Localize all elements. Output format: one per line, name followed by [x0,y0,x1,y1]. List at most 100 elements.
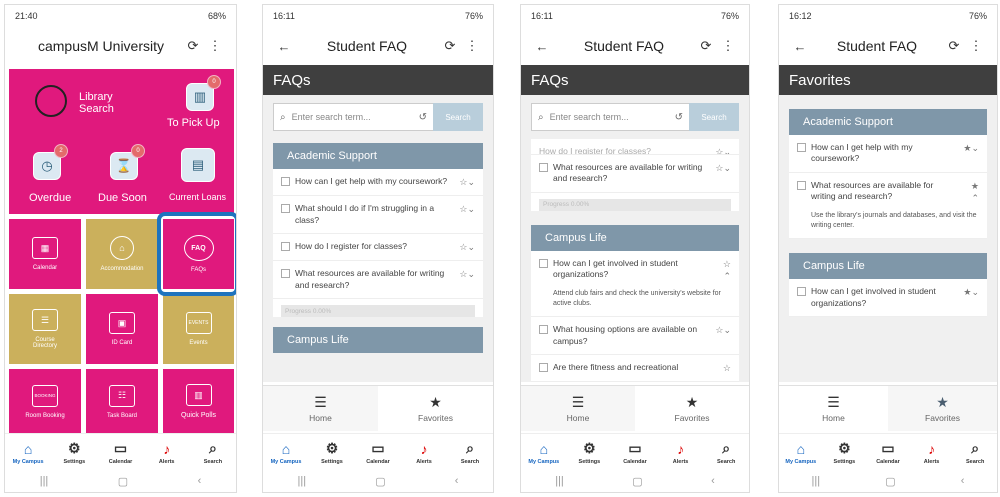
category-header[interactable]: Campus Life [531,224,739,251]
checkbox[interactable] [797,287,806,297]
due-soon-tile[interactable]: ⌛ 0 Due Soon [84,134,159,214]
overdue-tile[interactable]: ◷ 2 Overdue [9,134,84,214]
checkbox[interactable] [539,363,548,373]
faq-item[interactable]: How can I get help with my coursework? ★⌄ [789,135,987,173]
star-chevron-icon[interactable]: ☆⌄ [707,324,731,336]
nav-calendar[interactable]: ▭ Calendar [866,434,910,471]
refresh-icon[interactable]: ⟳ [943,38,965,54]
star-chevron-icon[interactable]: ☆⌄ [707,162,731,174]
category-header[interactable]: Academic Support [273,143,483,169]
star-filled-chevron-icon[interactable]: ★⌄ [955,142,979,154]
refresh-icon[interactable]: ⟳ [695,38,717,54]
nav-my-campus[interactable]: ⌂ My Campus [779,434,823,471]
faq-item[interactable]: What housing options are available on ca… [531,317,739,356]
task-board-tile[interactable]: ☷ Task Board [86,369,158,434]
back-arrow-icon[interactable]: ← [273,39,295,54]
checkbox[interactable] [281,177,290,186]
star-chevron-icon[interactable]: ☆⌄ [707,146,731,154]
calendar-tile[interactable]: ▦ Calendar [9,219,81,289]
more-menu-icon[interactable]: ⋮ [717,38,739,54]
refresh-icon[interactable]: ⟳ [182,38,204,54]
nav-my-campus[interactable]: ⌂ My Campus [263,434,309,471]
nav-settings[interactable]: ⚙ Settings [567,434,613,471]
checkbox[interactable] [539,163,548,172]
nav-settings[interactable]: ⚙ Settings [823,434,867,471]
more-menu-icon[interactable]: ⋮ [204,38,226,54]
tab-favorites[interactable]: ★ Favorites [635,386,749,431]
nav-alerts[interactable]: ♪ Alerts [144,434,190,471]
reset-icon[interactable]: ↺ [419,112,427,123]
search-input[interactable]: ⌕ Enter search term... ↺ [273,103,433,131]
checkbox[interactable] [539,258,548,268]
reset-icon[interactable]: ↺ [675,112,683,123]
home-button-icon[interactable]: ▢ [632,475,642,488]
recents-icon[interactable]: ||| [40,475,49,487]
nav-alerts[interactable]: ♪ Alerts [401,434,447,471]
refresh-icon[interactable]: ⟳ [439,38,461,54]
nav-my-campus[interactable]: ⌂ My Campus [521,434,567,471]
checkbox[interactable] [797,143,806,152]
faq-item-expanded[interactable]: How can I get involved in student organi… [531,251,739,289]
home-button-icon[interactable]: ▢ [375,475,385,488]
nav-calendar[interactable]: ▭ Calendar [355,434,401,471]
home-button-icon[interactable]: ▢ [118,475,128,488]
recents-icon[interactable]: ||| [812,475,821,487]
faq-item[interactable]: What should I do if I'm struggling in a … [273,196,483,235]
more-menu-icon[interactable]: ⋮ [965,38,987,54]
checkbox[interactable] [281,242,290,252]
back-icon[interactable]: ‹ [961,475,965,487]
nav-search[interactable]: ⌕ Search [190,434,236,471]
nav-search[interactable]: ⌕ Search [703,434,749,471]
nav-search[interactable]: ⌕ Search [953,434,997,471]
faq-item[interactable]: How can I get involved in student organi… [789,279,987,318]
nav-alerts[interactable]: ♪ Alerts [910,434,954,471]
back-icon[interactable]: ‹ [455,475,459,487]
tab-favorites[interactable]: ★ Favorites [378,386,493,431]
faq-item-clipped[interactable]: How do I register for classes? ☆⌄ [531,139,739,155]
room-booking-tile[interactable]: BOOKING Room Booking [9,369,81,434]
nav-calendar[interactable]: ▭ Calendar [97,434,143,471]
star-chevron-icon[interactable]: ☆ [707,362,731,374]
checkbox[interactable] [797,180,806,190]
events-tile[interactable]: EVENTS Events [163,294,234,364]
recents-icon[interactable]: ||| [555,475,564,487]
search-button[interactable]: Search [689,103,739,131]
home-button-icon[interactable]: ▢ [885,475,895,488]
tab-favorites[interactable]: ★ Favorites [888,386,997,431]
course-directory-tile[interactable]: ☰ Course Directory [9,294,81,364]
nav-calendar[interactable]: ▭ Calendar [612,434,658,471]
nav-settings[interactable]: ⚙ Settings [309,434,355,471]
back-icon[interactable]: ‹ [198,475,202,487]
star-filled-chevron-icon[interactable]: ★⌄ [955,286,979,298]
faq-item[interactable]: How do I register for classes? ☆⌄ [273,234,483,262]
id-card-tile[interactable]: ▣ ID Card [86,294,158,364]
nav-alerts[interactable]: ♪ Alerts [658,434,704,471]
checkbox[interactable] [281,269,290,279]
recents-icon[interactable]: ||| [298,475,307,487]
nav-settings[interactable]: ⚙ Settings [51,434,97,471]
tab-home[interactable]: ☰ Home [779,386,888,431]
category-header[interactable]: Campus Life [273,327,483,354]
to-pick-up-tile[interactable]: ▥ 0 To Pick Up [159,69,234,134]
back-icon[interactable]: ‹ [711,475,715,487]
search-button[interactable]: Search [433,103,483,131]
faq-item-expanded[interactable]: What resources are available for writing… [789,173,987,211]
category-header[interactable]: Academic Support [789,109,987,135]
back-arrow-icon[interactable]: ← [531,39,553,54]
star-chevron-icon[interactable]: ☆⌄ [451,268,475,280]
back-arrow-icon[interactable]: ← [789,39,811,54]
library-search-tile[interactable]: Library Search [9,69,159,134]
checkbox[interactable] [539,325,548,335]
search-input[interactable]: ⌕ Enter search term... ↺ [531,103,689,131]
nav-my-campus[interactable]: ⌂ My Campus [5,434,51,471]
more-menu-icon[interactable]: ⋮ [461,38,483,54]
star-chevron-icon[interactable]: ☆⌄ [451,176,475,188]
faq-item[interactable]: How can I get help with my coursework? ☆⌄ [273,169,483,197]
nav-search[interactable]: ⌕ Search [447,434,493,471]
checkbox[interactable] [281,204,290,214]
star-chevron-icon[interactable]: ☆⌄ [451,203,475,215]
tab-home[interactable]: ☰ Home [521,386,635,431]
faq-item[interactable]: What resources are available for writing… [273,261,483,300]
star-chevron-up-icon[interactable]: ☆ ⌃ [707,258,731,282]
quick-polls-tile[interactable]: ▥ Quick Polls [163,369,234,434]
